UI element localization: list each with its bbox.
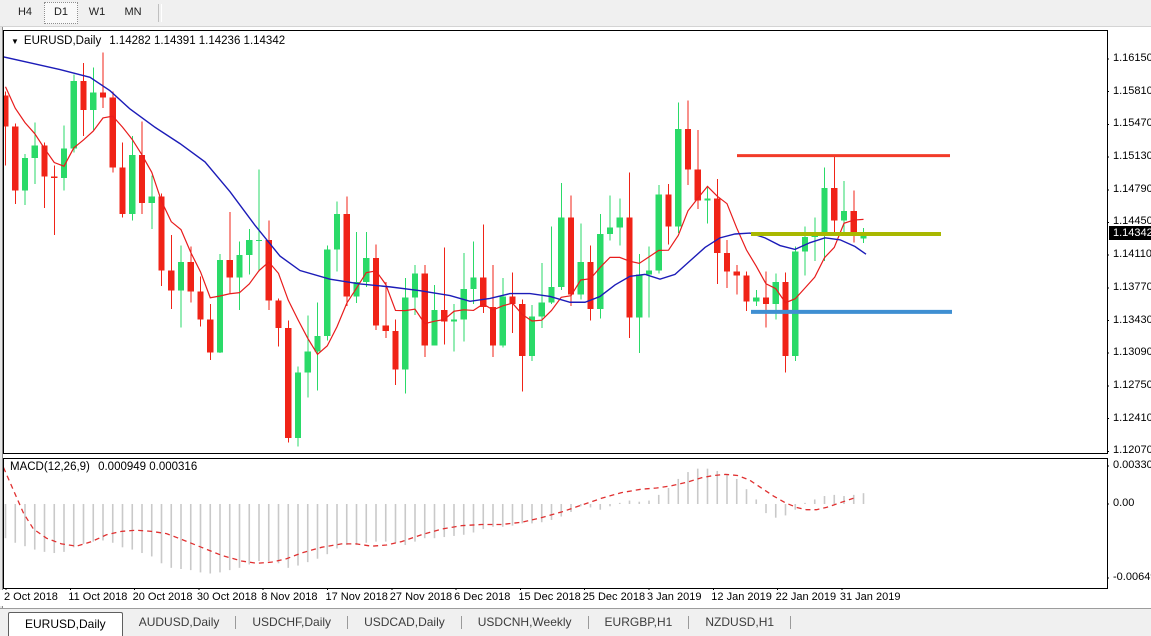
chart-title-symbol: EURUSD,Daily — [24, 35, 101, 47]
trading-platform-window: H4D1W1MN ▼ EURUSD,Daily 1.14282 1.14391 … — [0, 0, 1151, 636]
tab-usdchf-daily[interactable]: USDCHF,Daily — [236, 612, 347, 633]
timeframe-button-d1[interactable]: D1 — [44, 2, 78, 24]
date-axis-label: 17 Nov 2018 — [326, 591, 388, 603]
date-axis-label: 27 Nov 2018 — [390, 591, 452, 603]
time-axis[interactable]: 2 Oct 2018 11 Oct 2018 20 Oct 2018 30 Oct 2… — [0, 590, 1151, 606]
price-axis-label: 1.12410 — [1113, 412, 1151, 424]
chart-title-ohlc: 1.14282 1.14391 1.14236 1.14342 — [109, 35, 285, 47]
macd-label: MACD(12,26,9) 0.000949 0.000316 — [10, 461, 197, 473]
tab-eurgbp-h1[interactable]: EURGBP,H1 — [589, 612, 689, 633]
macd-axis-label: -0.00649 — [1113, 571, 1151, 583]
macd-indicator-plot[interactable] — [3, 458, 1108, 589]
date-axis-label: 6 Dec 2018 — [454, 591, 510, 603]
macd-axis-label: 0.003306 — [1113, 459, 1151, 471]
date-axis-label: 20 Oct 2018 — [133, 591, 193, 603]
date-axis-label: 30 Oct 2018 — [197, 591, 257, 603]
date-axis-label: 22 Jan 2019 — [776, 591, 837, 603]
chart-title: ▼ EURUSD,Daily 1.14282 1.14391 1.14236 1… — [11, 34, 285, 48]
timeframe-button-h4[interactable]: H4 — [8, 2, 42, 24]
date-axis-label: 12 Jan 2019 — [711, 591, 772, 603]
date-axis-label: 25 Dec 2018 — [583, 591, 645, 603]
chart-tab-bar: EURUSD,DailyAUDUSD,DailyUSDCHF,DailyUSDC… — [0, 608, 1151, 636]
toolbar-separator — [158, 4, 162, 22]
price-axis-label: 1.15130 — [1113, 150, 1151, 162]
macd-axis-label: 0.00 — [1113, 497, 1134, 509]
tab-usdcad-daily[interactable]: USDCAD,Daily — [348, 612, 461, 633]
timeframe-toolbar: H4D1W1MN — [0, 0, 1151, 27]
date-axis-label: 15 Dec 2018 — [518, 591, 580, 603]
date-axis-label: 11 Oct 2018 — [68, 591, 127, 603]
price-axis-label: 1.14790 — [1113, 183, 1151, 195]
price-axis-label: 1.14110 — [1113, 248, 1151, 260]
date-axis-label: 3 Jan 2019 — [647, 591, 701, 603]
tab-separator — [790, 616, 791, 629]
price-axis-label: 1.15810 — [1113, 85, 1151, 97]
price-axis-label: 1.16150 — [1113, 52, 1151, 64]
main-price-plot[interactable] — [3, 30, 1108, 454]
price-axis-label: 1.13090 — [1113, 346, 1151, 358]
timeframe-button-w1[interactable]: W1 — [80, 2, 114, 24]
tab-eurusd-daily[interactable]: EURUSD,Daily — [8, 612, 123, 636]
symbol-dropdown-icon[interactable]: ▼ — [11, 37, 19, 46]
date-axis-label: 2 Oct 2018 — [4, 591, 58, 603]
date-axis-label: 31 Jan 2019 — [840, 591, 901, 603]
timeframe-button-mn[interactable]: MN — [116, 2, 150, 24]
date-axis-label: 8 Nov 2018 — [261, 591, 317, 603]
price-axis-label: 1.13430 — [1113, 314, 1151, 326]
tab-nzdusd-h1[interactable]: NZDUSD,H1 — [689, 612, 790, 633]
current-price-badge: 1.14342 — [1109, 226, 1151, 240]
price-axis-label: 1.12750 — [1113, 379, 1151, 391]
tab-audusd-daily[interactable]: AUDUSD,Daily — [123, 612, 236, 633]
price-axis-label: 1.13770 — [1113, 281, 1151, 293]
macd-label-name: MACD(12,26,9) — [10, 461, 90, 473]
price-axis-label: 1.15470 — [1113, 117, 1151, 129]
price-axis-label: 1.12070 — [1113, 444, 1151, 456]
macd-label-values: 0.000949 0.000316 — [98, 461, 197, 473]
tab-usdcnh-weekly[interactable]: USDCNH,Weekly — [462, 612, 588, 633]
